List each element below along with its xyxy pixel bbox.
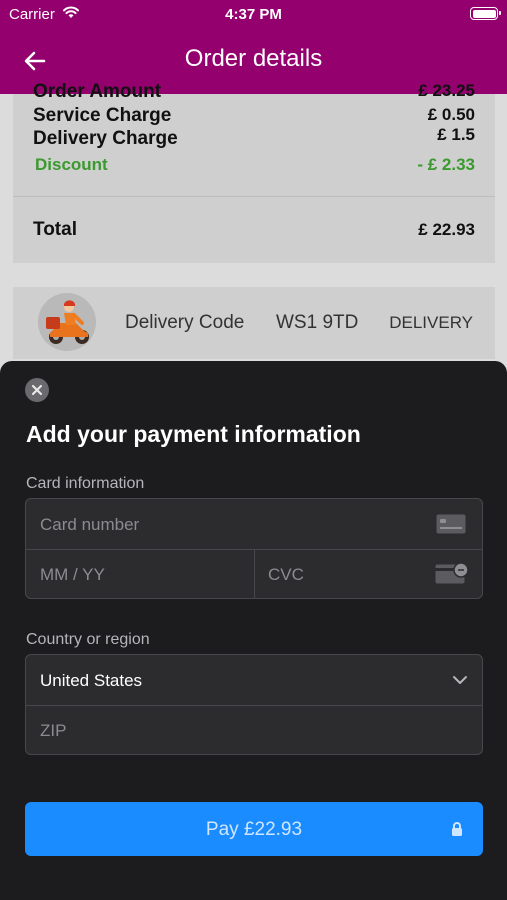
delivery-scooter-icon: [38, 293, 96, 351]
country-select[interactable]: United States: [40, 671, 142, 691]
delivery-type: DELIVERY: [389, 313, 473, 332]
discount-label: Discount: [35, 155, 108, 174]
delivery-info-card: Delivery Code WS1 9TD DELIVERY: [13, 287, 495, 359]
cvc-card-icon: [435, 562, 469, 584]
delivery-code-label: Delivery Code: [125, 312, 245, 333]
close-button[interactable]: [25, 378, 49, 402]
zip-input[interactable]: ZIP: [40, 721, 66, 741]
lock-icon: [452, 822, 462, 836]
status-bar: Carrier 4:37 PM: [0, 0, 507, 28]
card-icon: [436, 514, 466, 534]
total-row: Total £ 22.93: [33, 219, 475, 241]
summary-divider: [13, 196, 495, 197]
delivery-code-value: WS1 9TD: [276, 312, 359, 333]
clock: 4:37 PM: [225, 6, 282, 23]
cvc-input[interactable]: CVC: [268, 565, 304, 585]
order-amount-value: £ 23.25: [418, 81, 475, 100]
pay-button[interactable]: Pay £22.93: [25, 802, 483, 856]
total-label: Total: [33, 219, 77, 240]
discount-row: Discount - £ 2.33: [35, 155, 475, 175]
address-group: United States ZIP: [25, 654, 483, 755]
expiry-input[interactable]: MM / YY: [40, 565, 105, 585]
service-charge-label: Service Charge: [33, 105, 172, 126]
card-info-group: Card number MM / YY CVC: [25, 498, 483, 599]
address-divider: [26, 705, 482, 706]
service-charge-value: £ 0.50: [427, 105, 475, 124]
payment-sheet: Add your payment information Card inform…: [0, 361, 507, 900]
service-charge-row: Service Charge £ 0.50: [33, 105, 475, 127]
close-icon: [31, 384, 43, 396]
pay-button-label: Pay £22.93: [205, 819, 303, 840]
card-number-input[interactable]: Card number: [40, 515, 139, 535]
payment-heading: Add your payment information: [26, 421, 361, 447]
page-title: Order details: [184, 45, 323, 72]
order-summary-card: Order Amount £ 23.25 Service Charge £ 0.…: [13, 81, 495, 263]
country-label: Country or region: [26, 631, 150, 648]
delivery-charge-row: Delivery Charge £ 1.5: [33, 125, 475, 150]
card-info-label: Card information: [26, 475, 145, 492]
delivery-charge-label: Delivery Charge: [33, 128, 178, 149]
discount-value: - £ 2.33: [417, 155, 475, 174]
card-divider-vertical: [254, 549, 255, 598]
order-amount-row: Order Amount £ 23.25: [33, 81, 475, 103]
order-amount-label: Order Amount: [33, 81, 162, 102]
total-value: £ 22.93: [418, 220, 475, 239]
battery-icon: [470, 7, 501, 20]
delivery-charge-value: £ 1.5: [437, 125, 475, 144]
chevron-down-icon[interactable]: [452, 674, 468, 686]
